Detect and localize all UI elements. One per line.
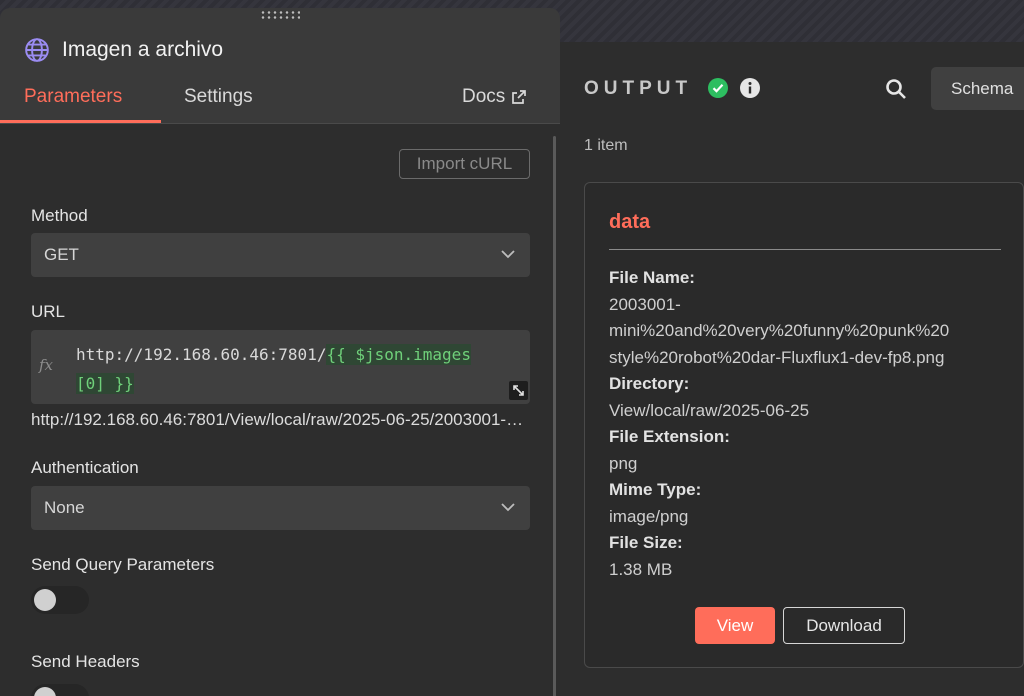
view-button[interactable]: View	[695, 607, 775, 644]
method-select[interactable]: GET	[31, 233, 530, 277]
tab-parameters[interactable]: Parameters	[24, 86, 122, 108]
expression-fx-icon: fx	[39, 356, 54, 374]
tab-settings[interactable]: Settings	[184, 86, 253, 108]
file-name-value-line: mini%20and%20very%20funny%20punk%20	[609, 321, 950, 340]
file-name-value-line: style%20robot%20dar-Fluxflux1-dev-fp8.pn…	[609, 347, 945, 367]
send-headers-label: Send Headers	[31, 652, 140, 671]
chevron-down-icon	[501, 503, 515, 512]
parameters-panel: Imagen a archivo Parameters Settings Doc…	[0, 8, 560, 696]
url-resolved-preview: http://192.168.60.46:7801/View/local/raw…	[31, 410, 530, 429]
file-extension-label: File Extension:	[609, 427, 730, 446]
file-size-value: 1.38 MB	[609, 559, 673, 579]
expression-part-2: [0] }}	[76, 373, 134, 394]
method-value: GET	[44, 245, 79, 264]
directory-label: Directory:	[609, 374, 690, 393]
globe-icon	[25, 38, 49, 62]
url-expression: http://192.168.60.46:7801/{{ $json.image…	[76, 340, 516, 398]
parameters-content: Import cURL Method GET URL fx http://192…	[0, 124, 560, 696]
file-name-value-line: 2003001-	[609, 294, 681, 314]
method-label: Method	[31, 206, 88, 225]
tab-bar: Parameters Settings Docs	[0, 76, 560, 124]
authentication-label: Authentication	[31, 458, 139, 477]
output-title: OUTPUT	[584, 78, 693, 99]
output-item-card: data File Name: 2003001- mini%20and%20ve…	[584, 182, 1024, 668]
divider	[609, 249, 1001, 250]
item-count: 1 item	[584, 137, 628, 154]
send-query-label: Send Query Parameters	[31, 555, 215, 574]
toggle-knob	[34, 687, 56, 696]
schema-view-button[interactable]: Schema	[931, 67, 1024, 110]
download-button[interactable]: Download	[783, 607, 905, 644]
node-header: Imagen a archivo	[0, 8, 560, 70]
chevron-down-icon	[501, 250, 515, 259]
url-prefix: http://192.168.60.46:7801/	[76, 345, 327, 364]
active-tab-indicator	[0, 120, 161, 123]
send-query-toggle[interactable]	[31, 586, 89, 614]
info-icon[interactable]	[740, 78, 760, 98]
binary-fields: File Name: 2003001- mini%20and%20very%20…	[609, 265, 1009, 583]
expand-editor-icon[interactable]	[509, 381, 528, 400]
file-size-label: File Size:	[609, 533, 683, 552]
scrollbar[interactable]	[553, 136, 556, 696]
binary-property-title: data	[609, 211, 651, 233]
mime-type-value: image/png	[609, 506, 689, 526]
external-link-icon	[512, 90, 527, 104]
file-name-label: File Name:	[609, 268, 695, 287]
search-icon[interactable]	[885, 78, 907, 100]
authentication-value: None	[44, 498, 85, 517]
send-headers-toggle[interactable]	[31, 684, 89, 696]
tab-docs[interactable]: Docs	[462, 86, 527, 108]
mime-type-label: Mime Type:	[609, 480, 702, 499]
import-curl-button[interactable]: Import cURL	[399, 149, 530, 179]
file-extension-value: png	[609, 453, 638, 473]
url-label: URL	[31, 302, 66, 321]
expression-part-1: {{ $json.images	[326, 344, 471, 365]
directory-value: View/local/raw/2025-06-25	[609, 400, 810, 420]
url-input[interactable]: fx http://192.168.60.46:7801/{{ $json.im…	[31, 330, 530, 404]
authentication-select[interactable]: None	[31, 486, 530, 530]
success-check-icon	[708, 78, 728, 98]
node-title[interactable]: Imagen a archivo	[62, 38, 223, 62]
toggle-knob	[34, 589, 56, 611]
docs-label: Docs	[462, 86, 506, 107]
